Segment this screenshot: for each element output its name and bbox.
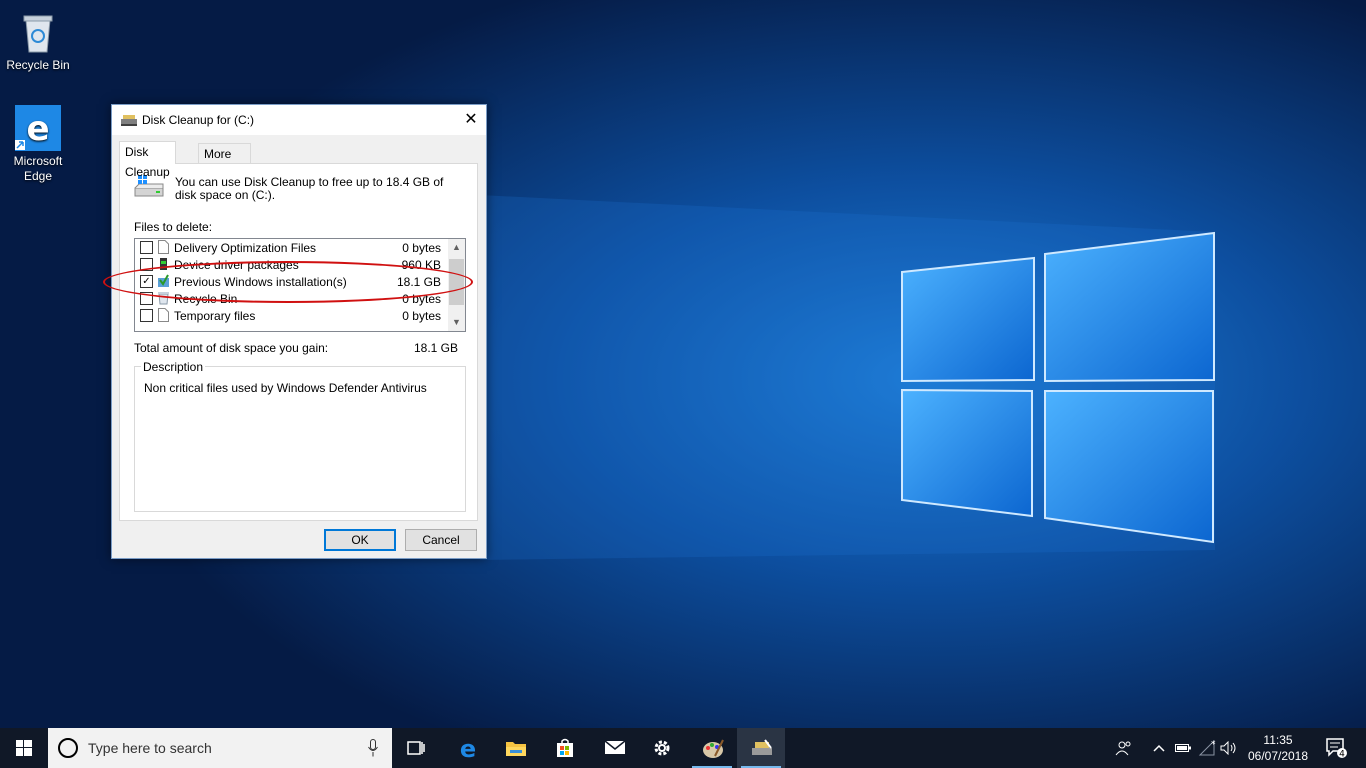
cortana-icon xyxy=(58,738,78,758)
settings-icon xyxy=(654,740,670,756)
task-view-button[interactable] xyxy=(392,728,440,768)
checkbox-checked[interactable]: ✓ xyxy=(140,275,153,288)
close-button[interactable]: ✕ xyxy=(456,105,486,135)
chevron-up-icon xyxy=(1153,744,1165,752)
checkbox[interactable] xyxy=(140,292,153,305)
file-size: 0 bytes xyxy=(402,292,441,306)
file-size: 18.1 GB xyxy=(396,275,441,289)
desktop-icon-recycle-bin[interactable]: Recycle Bin xyxy=(0,8,76,73)
file-size: 960 KB xyxy=(401,258,441,272)
paint-icon xyxy=(703,739,724,758)
description-legend: Description xyxy=(141,360,206,374)
people-button[interactable] xyxy=(1110,728,1138,768)
disk-cleanup-dialog: Disk Cleanup for (C:) ✕ Disk Cleanup Mor… xyxy=(111,104,487,559)
svg-text:*: * xyxy=(1211,740,1216,750)
list-item[interactable]: Recycle Bin 0 bytes xyxy=(135,290,447,307)
edge-label-line1: Microsoft xyxy=(13,154,63,168)
file-explorer-icon xyxy=(506,742,526,756)
disk-cleanup-panel: You can use Disk Cleanup to free up to 1… xyxy=(119,163,478,521)
store-icon xyxy=(557,738,573,757)
people-icon xyxy=(1115,741,1131,756)
description-text: Non critical files used by Windows Defen… xyxy=(144,381,427,395)
notification-count: 4 xyxy=(1339,750,1345,760)
edge-label-line2: Edge xyxy=(23,169,53,183)
svg-text:e: e xyxy=(460,738,476,760)
file-name: Device driver packages xyxy=(174,258,299,272)
list-item[interactable]: Temporary files 0 bytes xyxy=(135,307,447,324)
taskbar: Type here to search e * 11:35 06/07/2018… xyxy=(0,728,1366,768)
file-size: 0 bytes xyxy=(402,241,441,255)
mail-icon xyxy=(604,740,626,754)
clock-time: 11:35 xyxy=(1263,733,1293,747)
dialog-titlebar[interactable]: Disk Cleanup for (C:) ✕ xyxy=(112,105,486,135)
checkbox[interactable] xyxy=(140,258,153,271)
disk-cleanup-icon xyxy=(121,115,137,126)
disk-cleanup-icon xyxy=(752,739,772,755)
file-icon xyxy=(158,308,169,322)
scroll-thumb[interactable] xyxy=(449,259,464,305)
desktop-icon-microsoft-edge[interactable]: e Microsoft Edge xyxy=(0,104,76,184)
start-button[interactable] xyxy=(0,728,48,768)
taskbar-disk-cleanup[interactable] xyxy=(737,728,785,768)
svg-text:e: e xyxy=(26,109,49,149)
recycle-bin-icon xyxy=(14,8,62,56)
windows-logo-icon xyxy=(16,740,32,756)
clock[interactable]: 11:35 06/07/2018 xyxy=(1240,732,1316,764)
checkbox[interactable] xyxy=(140,309,153,322)
recycle-bin-label: Recycle Bin xyxy=(6,58,70,72)
network-button[interactable]: * xyxy=(1196,728,1218,768)
taskbar-store[interactable] xyxy=(541,728,589,768)
file-name: Delivery Optimization Files xyxy=(174,241,317,255)
notification-icon: 4 xyxy=(1326,738,1347,760)
scroll-down-icon[interactable]: ▼ xyxy=(448,314,465,331)
edge-icon: e xyxy=(460,738,476,760)
file-size: 0 bytes xyxy=(402,309,441,323)
description-group: Description Non critical files used by W… xyxy=(134,360,466,512)
total-gain-label: Total amount of disk space you gain: xyxy=(134,341,329,355)
edge-icon: e xyxy=(14,104,62,152)
microphone-icon[interactable] xyxy=(368,739,378,757)
wifi-icon: * xyxy=(1198,740,1216,756)
search-placeholder: Type here to search xyxy=(88,740,212,756)
dialog-title: Disk Cleanup for (C:) xyxy=(142,113,255,127)
checkbox[interactable] xyxy=(140,241,153,254)
list-item[interactable]: Delivery Optimization Files 0 bytes xyxy=(135,239,447,256)
search-input[interactable]: Type here to search xyxy=(48,728,392,768)
tab-disk-cleanup[interactable]: Disk Cleanup xyxy=(119,141,176,179)
list-item[interactable]: Device driver packages 960 KB xyxy=(135,256,447,273)
files-list[interactable]: Delivery Optimization Files 0 bytes Devi… xyxy=(134,238,466,332)
cancel-button[interactable]: Cancel xyxy=(405,529,477,551)
total-gain-value: 18.1 GB xyxy=(413,341,458,355)
show-hidden-icons-button[interactable] xyxy=(1148,728,1170,768)
task-view-icon xyxy=(407,741,425,755)
file-name: Temporary files xyxy=(174,309,256,323)
list-scrollbar[interactable]: ▲ ▼ xyxy=(448,239,465,331)
driver-package-icon xyxy=(160,258,167,270)
file-name: Previous Windows installation(s) xyxy=(174,275,347,289)
windows-installation-icon xyxy=(158,274,169,287)
taskbar-edge[interactable]: e xyxy=(443,728,491,768)
recycle-bin-small-icon xyxy=(158,292,169,305)
taskbar-settings[interactable] xyxy=(638,728,686,768)
taskbar-mail[interactable] xyxy=(590,728,638,768)
scroll-up-icon[interactable]: ▲ xyxy=(448,239,465,256)
ok-button[interactable]: OK xyxy=(324,529,396,551)
files-to-delete-label: Files to delete: xyxy=(134,220,213,234)
battery-button[interactable] xyxy=(1172,728,1194,768)
intro-text: You can use Disk Cleanup to free up to 1… xyxy=(175,175,444,202)
taskbar-file-explorer[interactable] xyxy=(491,728,539,768)
list-item[interactable]: ✓ Previous Windows installation(s) 18.1 … xyxy=(135,273,447,290)
volume-button[interactable] xyxy=(1218,728,1240,768)
volume-icon xyxy=(1220,741,1236,755)
action-center-button[interactable]: 4 xyxy=(1318,728,1358,768)
battery-icon xyxy=(1175,744,1191,752)
clock-date: 06/07/2018 xyxy=(1247,749,1309,763)
file-name: Recycle Bin xyxy=(174,292,238,306)
tab-more-options[interactable]: More Options xyxy=(198,143,252,181)
taskbar-paint[interactable] xyxy=(688,728,736,768)
file-icon xyxy=(158,240,169,254)
